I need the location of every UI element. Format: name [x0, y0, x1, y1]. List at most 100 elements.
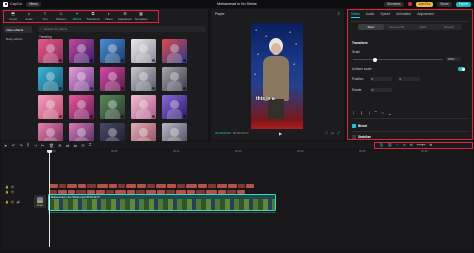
- tab-transitions[interactable]: ⧉ Transitions: [85, 12, 101, 22]
- effect-thumbnail[interactable]: [100, 67, 125, 91]
- search-input[interactable]: ⌕ Search for effects: [38, 26, 206, 32]
- video-clip[interactable]: Mohammad in Ho Shrine.mp4 00:00:32:27: [48, 194, 276, 211]
- video-preview[interactable]: ★ ★ ★ ★ ★ ★ ★ this is a: [251, 23, 303, 129]
- subtab-retouch[interactable]: Retouch: [436, 24, 462, 30]
- reverse-icon[interactable]: ⇄: [66, 143, 69, 148]
- split-left-icon[interactable]: ⊣: [33, 143, 36, 148]
- tab-adjustment[interactable]: ⚙ Adjustment: [117, 12, 133, 22]
- text-clip[interactable]: [228, 184, 237, 188]
- lock-icon[interactable]: 🔒: [5, 200, 9, 204]
- scale-slider[interactable]: [353, 57, 443, 62]
- timeline-ruler[interactable]: 00:00 00:05 00:10 00:15 00:20 00:25 00:3…: [49, 150, 469, 155]
- effect-thumbnail[interactable]: [131, 95, 156, 119]
- tab-filters[interactable]: ◐ Filters: [101, 12, 117, 22]
- mute-icon[interactable]: 🔊: [17, 200, 21, 204]
- text-clip[interactable]: [137, 184, 146, 188]
- menu-button[interactable]: Menu: [26, 1, 42, 7]
- eye-icon[interactable]: 👁: [11, 185, 15, 189]
- tab-animation[interactable]: Animation: [396, 12, 411, 18]
- freeze-icon[interactable]: ❄: [58, 143, 61, 148]
- shortcuts-button[interactable]: Shortcuts: [384, 1, 404, 7]
- blend-checkbox[interactable]: [352, 124, 356, 128]
- tab-text[interactable]: T Text: [37, 12, 53, 22]
- tab-audio-inspector[interactable]: Audio: [366, 12, 375, 18]
- align-center-v-icon[interactable]: ━: [382, 111, 384, 115]
- text-clip[interactable]: [208, 184, 216, 188]
- align-bottom-icon[interactable]: ▁: [389, 111, 391, 115]
- split-icon[interactable]: ⫼: [27, 143, 29, 148]
- stabilize-checkbox[interactable]: [352, 135, 356, 139]
- join-pro-button[interactable]: Join Pro: [415, 1, 434, 7]
- effect-thumbnail[interactable]: [38, 39, 63, 63]
- align-center-h-icon[interactable]: ┃: [360, 111, 362, 115]
- subtab-mask[interactable]: Mask: [410, 24, 436, 30]
- text-clip[interactable]: [198, 184, 207, 188]
- preview-axis-icon[interactable]: ⇹: [403, 143, 406, 147]
- tab-stickers[interactable]: ☺ Stickers: [53, 12, 69, 22]
- text-clip[interactable]: [49, 184, 58, 188]
- text-clip[interactable]: [67, 184, 77, 188]
- subtab-remove-bg[interactable]: Remove BG: [384, 24, 410, 30]
- text-clip[interactable]: [238, 184, 245, 188]
- effect-thumbnail[interactable]: [131, 67, 156, 91]
- mic-icon[interactable]: 🎙: [379, 143, 384, 147]
- undo-icon[interactable]: ↶: [12, 143, 15, 148]
- effect-thumbnail[interactable]: [100, 39, 125, 63]
- playhead[interactable]: [47, 150, 52, 247]
- text-clip[interactable]: [78, 184, 86, 188]
- export-button[interactable]: Export: [455, 1, 471, 7]
- effect-thumbnail[interactable]: [162, 67, 187, 91]
- text-clip[interactable]: [156, 184, 166, 188]
- text-clip[interactable]: [217, 184, 227, 188]
- record-icon[interactable]: [407, 2, 412, 6]
- redo-icon[interactable]: ↷: [19, 143, 22, 148]
- position-x-field[interactable]: 0: [370, 77, 392, 81]
- effect-thumbnail[interactable]: [100, 95, 125, 119]
- text-clip[interactable]: [186, 184, 197, 188]
- tab-audio[interactable]: ♫ Audio: [21, 12, 37, 22]
- delete-icon[interactable]: 🗑: [49, 143, 54, 148]
- effect-thumbnail[interactable]: [69, 39, 94, 63]
- text-clip[interactable]: [167, 184, 176, 188]
- split-right-icon[interactable]: ⊢: [41, 143, 44, 148]
- zoom-in-icon[interactable]: ⊕: [429, 143, 432, 147]
- subtab-basic[interactable]: Basic: [358, 24, 384, 30]
- text-clip[interactable]: [109, 184, 117, 188]
- eye-icon[interactable]: 👁: [11, 190, 15, 194]
- share-button[interactable]: Share: [437, 1, 452, 7]
- tab-speed[interactable]: Speed: [380, 12, 390, 18]
- link-icon[interactable]: ⛓: [388, 143, 393, 147]
- text-clip[interactable]: [87, 184, 96, 188]
- magnet-icon[interactable]: ∩: [396, 143, 399, 147]
- player-menu-icon[interactable]: ≡: [338, 11, 340, 16]
- text-clip[interactable]: [126, 184, 136, 188]
- text-clip[interactable]: [246, 184, 254, 188]
- tab-effects[interactable]: ✦ Effects: [69, 12, 85, 22]
- tab-video[interactable]: Video: [351, 12, 360, 18]
- side-item-video-effects[interactable]: Video effects: [4, 26, 32, 33]
- text-clip[interactable]: [118, 184, 125, 188]
- effect-thumbnail[interactable]: [69, 95, 94, 119]
- text-clip[interactable]: [59, 184, 66, 188]
- cover-button[interactable]: Cover: [34, 195, 46, 208]
- scale-value[interactable]: 100%: [446, 57, 461, 61]
- lock-icon[interactable]: 🔒: [5, 185, 9, 189]
- tab-templates[interactable]: ▦ Templates: [133, 12, 149, 22]
- rotate-field[interactable]: 0°: [370, 88, 392, 92]
- uniform-scale-toggle[interactable]: [458, 67, 465, 71]
- effect-thumbnail[interactable]: [38, 95, 63, 119]
- text-clip[interactable]: [147, 184, 155, 188]
- tab-adjustment-inspector[interactable]: Adjustment: [417, 12, 434, 18]
- effect-thumbnail[interactable]: [162, 95, 187, 119]
- zoom-out-icon[interactable]: ⊖: [410, 143, 413, 147]
- eye-icon[interactable]: 👁: [11, 200, 15, 204]
- effect-thumbnail[interactable]: [69, 67, 94, 91]
- scale-slider-knob[interactable]: [373, 57, 377, 62]
- tab-import[interactable]: ⬒ Import: [5, 12, 21, 22]
- zoom-slider[interactable]: ━━●━: [417, 143, 426, 147]
- crop-icon[interactable]: ⛶: [325, 131, 328, 135]
- crop-tl-icon[interactable]: ⌗: [89, 143, 91, 148]
- text-clip[interactable]: [177, 184, 185, 188]
- effect-thumbnail[interactable]: [131, 39, 156, 63]
- ratio-icon[interactable]: ▭: [331, 131, 334, 135]
